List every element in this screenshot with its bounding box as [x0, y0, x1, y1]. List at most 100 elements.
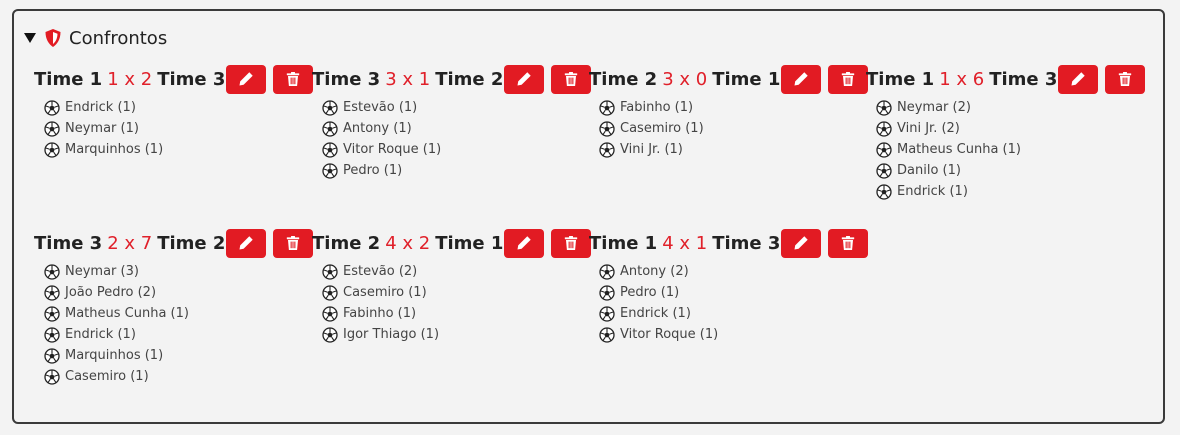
soccer-ball-icon	[44, 326, 60, 343]
scorer-name: Matheus Cunha (1)	[65, 306, 189, 321]
scorer-name: Neymar (2)	[897, 100, 971, 115]
scorer-name: Neymar (3)	[65, 264, 139, 279]
delete-match-button[interactable]	[1105, 64, 1146, 94]
scorer-name: Vitor Roque (1)	[343, 142, 442, 157]
away-team: Time 1	[712, 68, 781, 90]
pencil-icon	[1070, 71, 1086, 87]
scorer-name: Casemiro (1)	[343, 285, 427, 300]
match-score: 2 x 7	[107, 232, 153, 254]
away-team: Time 3	[712, 232, 781, 254]
away-team: Time 1	[435, 232, 504, 254]
match-score: 1 x 2	[107, 68, 153, 90]
edit-match-button[interactable]	[504, 64, 545, 94]
soccer-ball-icon	[599, 141, 615, 158]
scorer-item: Pedro (1)	[322, 160, 592, 181]
scorer-name: Fabinho (1)	[620, 100, 694, 115]
delete-match-button[interactable]	[273, 228, 314, 258]
trash-icon	[563, 71, 579, 87]
edit-match-button[interactable]	[226, 228, 267, 258]
edit-match-button[interactable]	[781, 228, 822, 258]
scorer-name: Vitor Roque (1)	[620, 327, 719, 342]
match-card: Time 33 x 1 Time 2 Estevão (1) Antony (1) Vi…	[312, 64, 592, 181]
scorer-name: Endrick (1)	[897, 184, 968, 199]
home-team: Time 1	[589, 232, 658, 254]
scorer-item: Matheus Cunha (1)	[876, 139, 1146, 160]
pencil-icon	[238, 235, 254, 251]
scorer-name: Antony (1)	[343, 121, 412, 136]
triangle-down-icon[interactable]	[24, 33, 36, 43]
match-header: Time 14 x 1 Time 3	[589, 228, 869, 258]
soccer-ball-icon	[876, 141, 892, 158]
scorer-item: Casemiro (1)	[599, 118, 869, 139]
delete-match-button[interactable]	[273, 64, 314, 94]
scorer-name: Endrick (1)	[65, 100, 136, 115]
scorer-name: Danilo (1)	[897, 163, 961, 178]
soccer-ball-icon	[44, 305, 60, 322]
scorer-item: Fabinho (1)	[322, 303, 592, 324]
scorer-item: Marquinhos (1)	[44, 345, 314, 366]
scorer-name: Vini Jr. (2)	[897, 121, 960, 136]
soccer-ball-icon	[876, 120, 892, 137]
soccer-ball-icon	[322, 305, 338, 322]
scorer-name: Estevão (2)	[343, 264, 418, 279]
match-header: Time 11 x 2 Time 3	[34, 64, 314, 94]
match-header: Time 11 x 6 Time 3	[866, 64, 1146, 94]
match-card: Time 11 x 2 Time 3 Endrick (1) Neymar (1) Ma…	[34, 64, 314, 160]
scorer-name: Pedro (1)	[343, 163, 403, 178]
edit-match-button[interactable]	[781, 64, 822, 94]
scorer-item: Vitor Roque (1)	[599, 324, 869, 345]
home-team: Time 3	[34, 232, 103, 254]
scorer-name: Marquinhos (1)	[65, 142, 164, 157]
soccer-ball-icon	[44, 347, 60, 364]
match-score: 3 x 0	[662, 68, 708, 90]
edit-match-button[interactable]	[226, 64, 267, 94]
soccer-ball-icon	[44, 120, 60, 137]
match-score: 4 x 1	[662, 232, 708, 254]
section-title: Confrontos	[69, 27, 168, 49]
delete-match-button[interactable]	[828, 228, 869, 258]
confrontos-summary[interactable]: Confrontos	[24, 25, 167, 51]
match-score: 4 x 2	[385, 232, 431, 254]
scorer-item: Casemiro (1)	[44, 366, 314, 387]
scorer-name: Endrick (1)	[620, 306, 691, 321]
soccer-ball-icon	[876, 183, 892, 200]
scorers-list: Endrick (1) Neymar (1) Marquinhos (1)	[34, 97, 314, 160]
pencil-icon	[238, 71, 254, 87]
scorer-item: Endrick (1)	[876, 181, 1146, 202]
scorer-item: Neymar (3)	[44, 261, 314, 282]
scorer-item: Matheus Cunha (1)	[44, 303, 314, 324]
soccer-ball-icon	[876, 99, 892, 116]
scorer-name: Pedro (1)	[620, 285, 680, 300]
scorer-name: Casemiro (1)	[65, 369, 149, 384]
away-team: Time 3	[989, 68, 1058, 90]
match-header: Time 24 x 2 Time 1	[312, 228, 592, 258]
trash-icon	[563, 235, 579, 251]
scorers-list: Neymar (3) João Pedro (2) Matheus Cunha (1…	[34, 261, 314, 387]
soccer-ball-icon	[599, 284, 615, 301]
match-card: Time 24 x 2 Time 1 Estevão (2) Casemiro (1)…	[312, 228, 592, 345]
match-score: 1 x 6	[939, 68, 985, 90]
edit-match-button[interactable]	[504, 228, 545, 258]
scorer-item: Igor Thiago (1)	[322, 324, 592, 345]
match-header: Time 23 x 0 Time 1	[589, 64, 869, 94]
soccer-ball-icon	[322, 99, 338, 116]
delete-match-button[interactable]	[828, 64, 869, 94]
delete-match-button[interactable]	[551, 228, 592, 258]
soccer-ball-icon	[599, 263, 615, 280]
soccer-ball-icon	[599, 326, 615, 343]
delete-match-button[interactable]	[551, 64, 592, 94]
trash-icon	[840, 235, 856, 251]
scorer-name: Vini Jr. (1)	[620, 142, 683, 157]
pencil-icon	[793, 71, 809, 87]
away-team: Time 3	[157, 68, 226, 90]
scorers-list: Neymar (2) Vini Jr. (2) Matheus Cunha (1) D…	[866, 97, 1146, 202]
trash-icon	[1117, 71, 1133, 87]
edit-match-button[interactable]	[1058, 64, 1099, 94]
soccer-ball-icon	[44, 263, 60, 280]
soccer-ball-icon	[599, 99, 615, 116]
scorer-item: Neymar (2)	[876, 97, 1146, 118]
trash-icon	[285, 235, 301, 251]
match-card: Time 23 x 0 Time 1 Fabinho (1) Casemiro (1)…	[589, 64, 869, 160]
soccer-ball-icon	[322, 284, 338, 301]
scorer-name: Estevão (1)	[343, 100, 418, 115]
